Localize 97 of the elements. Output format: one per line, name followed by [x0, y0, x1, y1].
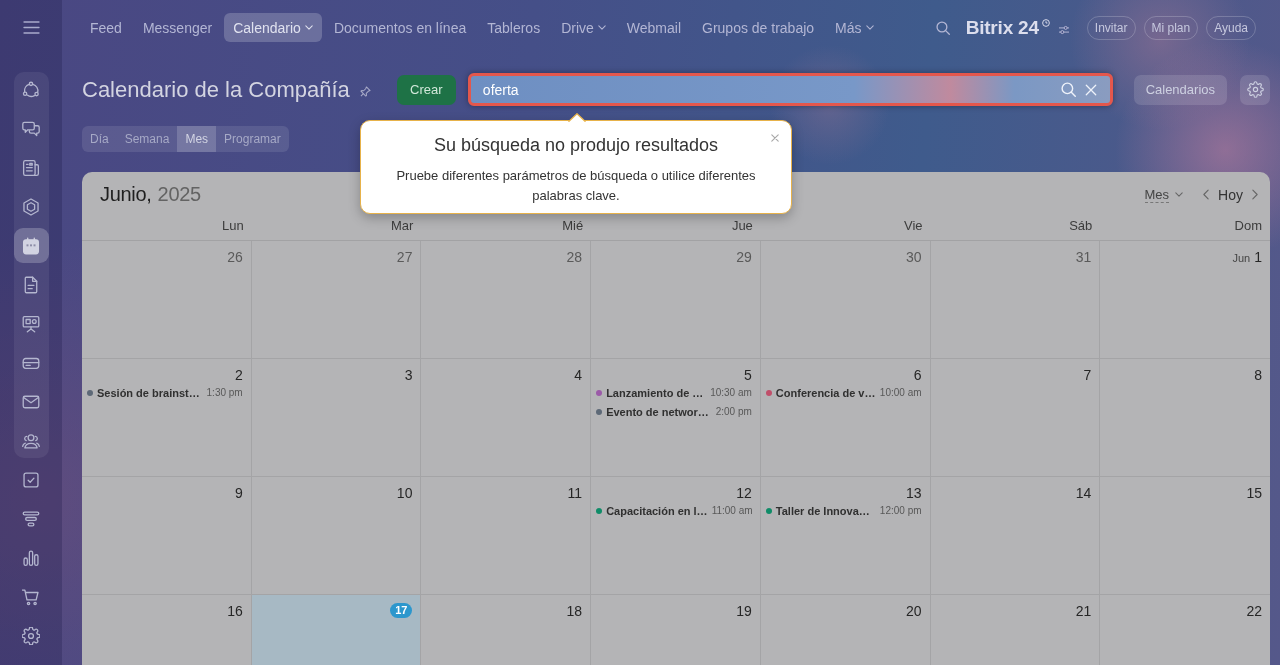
- view-tab[interactable]: Mes: [177, 126, 217, 152]
- day-number: 29: [736, 249, 752, 265]
- day-number: 21: [1075, 603, 1092, 619]
- event-time: 1:30 pm: [206, 387, 243, 398]
- nav-tab[interactable]: Drive: [552, 13, 615, 42]
- chevron-left-icon[interactable]: [1203, 189, 1210, 200]
- day-number: 7: [1083, 367, 1092, 383]
- menu-icon[interactable]: [22, 21, 40, 34]
- weekday-label: Mar: [391, 217, 415, 235]
- month-prefix-label: Jun: [1232, 251, 1251, 266]
- bar-chart-icon: [22, 548, 40, 567]
- pin-icon[interactable]: [359, 86, 371, 97]
- day-number: 11: [567, 485, 583, 501]
- day-number: 16: [227, 603, 243, 619]
- clock-icon: [1041, 18, 1050, 27]
- presentation-icon: [22, 314, 40, 333]
- day-number: 1: [1254, 249, 1262, 265]
- event-time: 10:30 am: [710, 387, 752, 398]
- month-label: Junio,: [100, 183, 152, 206]
- cart-icon: [22, 587, 40, 606]
- event-time: 2:00 pm: [715, 406, 752, 417]
- day-number: 14: [1075, 485, 1092, 501]
- nav-tab[interactable]: Documentos en línea: [324, 13, 476, 42]
- day-number: 19: [736, 603, 752, 619]
- day-number: 20: [906, 603, 922, 619]
- nav-tab[interactable]: Messenger: [133, 13, 222, 42]
- chat-icon: [22, 119, 40, 138]
- search-field[interactable]: oferta: [467, 73, 1113, 106]
- settings-button[interactable]: [1240, 74, 1270, 105]
- day-number: 26: [227, 249, 243, 265]
- calendars-button[interactable]: Calendarios: [1133, 74, 1227, 105]
- nav-tab[interactable]: Webmail: [617, 13, 690, 42]
- page-title: Calendario de la Compañía: [82, 76, 350, 103]
- day-number: 2: [234, 367, 243, 383]
- sidebar-button[interactable]: [13, 228, 49, 263]
- weekday-label: Vie: [904, 217, 924, 235]
- create-button[interactable]: Crear: [396, 74, 456, 105]
- event-time: 11:00 am: [711, 505, 753, 516]
- weekday-label: Dom: [1234, 217, 1263, 235]
- weekday-label: Jue: [731, 217, 754, 235]
- chevron-right-icon[interactable]: [1252, 189, 1258, 200]
- day-number: 6: [913, 367, 922, 383]
- day-number: 18: [566, 603, 583, 619]
- event-title[interactable]: Lanzamiento de …: [606, 386, 704, 399]
- logo-text[interactable]: Bitrix 24: [965, 16, 1039, 39]
- today-button[interactable]: Hoy: [1209, 186, 1252, 203]
- day-number: 15: [1246, 485, 1262, 501]
- day-number: 4: [574, 367, 583, 383]
- checkbox-icon: [22, 470, 40, 489]
- event-title[interactable]: Taller de Innova…: [775, 504, 870, 517]
- day-number: 8: [1254, 367, 1262, 383]
- event-title[interactable]: Conferencia de v…: [775, 386, 876, 399]
- nav-tab[interactable]: Grupos de trabajo: [693, 13, 824, 42]
- day-number: 30: [906, 249, 922, 265]
- view-tab[interactable]: Semana: [116, 126, 178, 152]
- day-number: 22: [1246, 603, 1262, 619]
- nav-tab[interactable]: Más: [826, 13, 883, 42]
- day-number: 12: [736, 485, 752, 501]
- caret-icon: [1175, 192, 1184, 197]
- year-label: 2025: [157, 183, 201, 206]
- event-title[interactable]: Capacitación en l…: [606, 504, 708, 517]
- view-selector[interactable]: Mes: [1144, 186, 1184, 203]
- people-icon: [22, 431, 40, 450]
- nav-tab[interactable]: Feed: [81, 13, 131, 42]
- weekday-label: Lun: [222, 217, 245, 235]
- nav-tab[interactable]: Tableros: [478, 13, 550, 42]
- popup-message: Pruebe diferentes parámetros de búsqueda o utilice diferentes palabras clave.: [395, 167, 757, 205]
- event-title[interactable]: Evento de networ…: [606, 405, 709, 418]
- newspaper-icon: [22, 158, 40, 177]
- day-number: 5: [744, 367, 752, 383]
- calendar-icon: [22, 236, 40, 255]
- day-number: 31: [1075, 249, 1092, 265]
- day-number: 28: [566, 249, 583, 265]
- hexagon-icon: [22, 197, 40, 216]
- day-number: 3: [404, 367, 413, 383]
- event-time: 12:00 pm: [879, 505, 922, 516]
- sliders-icon[interactable]: [1057, 24, 1070, 35]
- weekday-label: Sáb: [1069, 217, 1094, 235]
- search-icon[interactable]: [1060, 82, 1076, 97]
- day-number: 9: [234, 485, 243, 501]
- cycle-icon: [22, 80, 40, 99]
- funnel-icon: [22, 509, 40, 528]
- event-time: 10:00 am: [879, 387, 922, 398]
- search-icon[interactable]: [935, 20, 950, 35]
- day-number: 10: [396, 485, 413, 501]
- document-icon: [22, 275, 40, 294]
- view-tab[interactable]: Programar: [216, 126, 289, 152]
- settings-icon: [22, 626, 40, 645]
- view-tab[interactable]: Día: [82, 126, 117, 152]
- event-title[interactable]: Sesión de brainst…: [97, 386, 200, 399]
- day-number: 13: [906, 485, 922, 501]
- weekday-label: Mié: [562, 217, 585, 235]
- popup-title: Su búsqueda no produjo resultados: [432, 134, 720, 156]
- nav-tab[interactable]: Calendario: [224, 13, 322, 42]
- settings-icon: [1246, 81, 1264, 98]
- day-number: 27: [396, 249, 413, 265]
- day-number: 17: [390, 603, 413, 618]
